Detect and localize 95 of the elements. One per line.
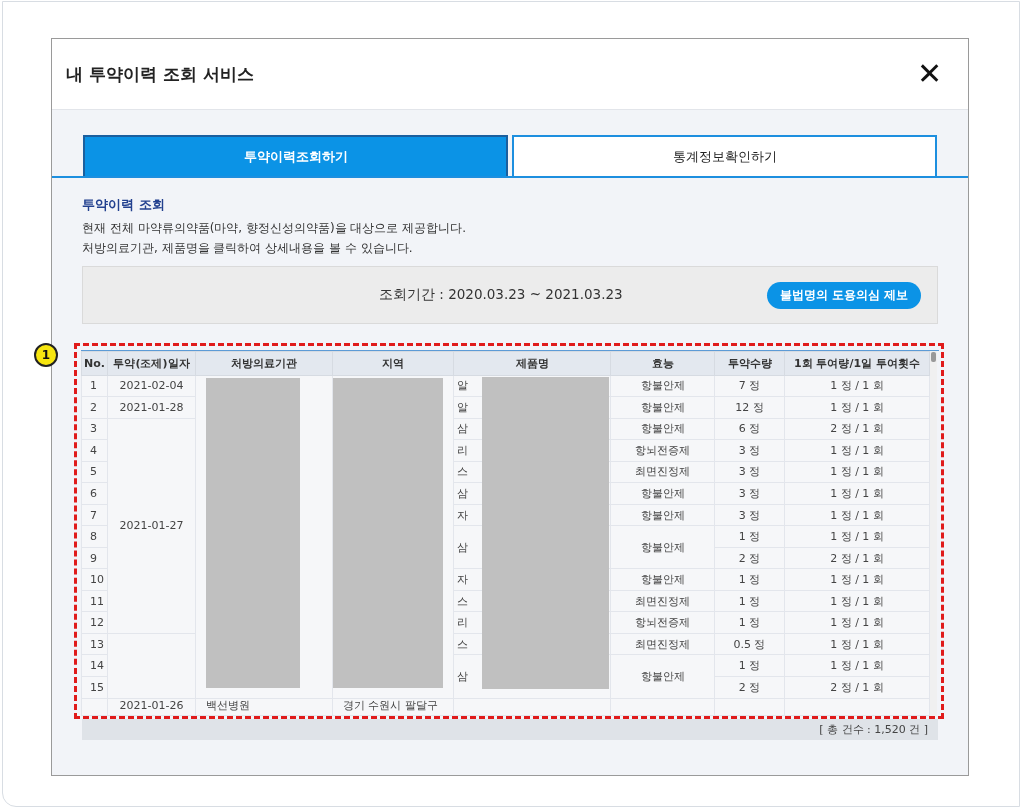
quantity-text: 0.5 정 bbox=[733, 637, 766, 651]
product-link[interactable]: 삼 bbox=[457, 540, 468, 554]
quantity-text: 3 정 bbox=[738, 487, 761, 500]
dose-text: 1 정 / 1 회 bbox=[830, 379, 884, 393]
efficacy-text: 최면진정제 bbox=[635, 637, 690, 651]
quantity-text: 1 정 bbox=[738, 616, 761, 630]
column-header: 투약수량 bbox=[714, 351, 785, 376]
quantity-text: 6 정 bbox=[738, 422, 761, 436]
section-heading: 투약이력 조회 bbox=[82, 196, 166, 214]
product-link[interactable]: 리 bbox=[457, 616, 468, 630]
row-number: 11 bbox=[81, 590, 108, 612]
dose-text: 1 정 / 1 회 bbox=[830, 573, 884, 587]
row-number: 8 bbox=[81, 525, 108, 548]
close-button[interactable]: ✕ bbox=[917, 59, 942, 89]
efficacy-text: 항불안제 bbox=[640, 573, 685, 587]
dose-text: 1 정 / 1 회 bbox=[830, 594, 884, 608]
dialog-title: 내 투약이력 조회 서비스 bbox=[66, 62, 254, 86]
row-number: 4 bbox=[81, 439, 108, 462]
efficacy-text: 항불안제 bbox=[640, 670, 685, 683]
product-link[interactable]: 리 bbox=[457, 443, 468, 457]
row-number: 6 bbox=[81, 482, 108, 505]
dose-text: 1 정 / 1 회 bbox=[830, 400, 884, 414]
column-header: 투약(조제)일자 bbox=[107, 351, 196, 376]
date-text: 2021-01-26 bbox=[119, 698, 184, 712]
efficacy-text: 항불안제 bbox=[640, 487, 685, 500]
period-text: 조회기간 : 2020.03.23 ~ 2021.03.23 bbox=[379, 286, 623, 304]
quantity-text: 12 정 bbox=[735, 400, 764, 414]
region-text: 경기 수원시 팔달구 bbox=[343, 698, 438, 712]
row-number: 7 bbox=[81, 504, 108, 526]
annotation-badge: 1 bbox=[34, 343, 58, 367]
date-text: 2021-02-04 bbox=[119, 379, 184, 393]
row-number: 13 bbox=[81, 633, 108, 655]
quantity-text: 1 정 bbox=[738, 594, 761, 608]
quantity-text: 2 정 bbox=[738, 680, 761, 694]
efficacy-text: 항불안제 bbox=[640, 540, 685, 554]
row-number: 1 bbox=[81, 375, 108, 397]
product-link[interactable]: 스 bbox=[457, 465, 468, 479]
dose-text: 1 정 / 1 회 bbox=[830, 530, 884, 544]
product-link[interactable]: 스 bbox=[457, 594, 468, 608]
quantity-text: 3 정 bbox=[738, 508, 761, 522]
product-link[interactable]: 알 bbox=[457, 400, 468, 414]
date-text: 2021-01-27 bbox=[119, 519, 184, 533]
dose-text: 2 정 / 1 회 bbox=[830, 680, 884, 694]
quantity-text: 7 정 bbox=[738, 379, 761, 393]
column-header: 1회 투여량/1일 투여횟수 bbox=[784, 351, 930, 376]
efficacy-text: 항불안제 bbox=[640, 508, 685, 522]
product-link[interactable]: 삼 bbox=[457, 422, 468, 436]
row-number: 9 bbox=[81, 547, 108, 569]
efficacy-text: 최면진정제 bbox=[635, 465, 690, 479]
dose-text: 1 정 / 1 회 bbox=[830, 616, 884, 630]
row-number: 10 bbox=[81, 568, 108, 591]
dose-text: 1 정 / 1 회 bbox=[830, 508, 884, 522]
scrollbar[interactable] bbox=[930, 351, 937, 716]
quantity-text: 1 정 bbox=[738, 573, 761, 587]
quantity-text: 3 정 bbox=[738, 443, 761, 457]
row-number: 12 bbox=[81, 611, 108, 634]
product-link[interactable]: 스 bbox=[457, 637, 468, 651]
row-number: 3 bbox=[81, 418, 108, 440]
efficacy-text: 항불안제 bbox=[640, 379, 685, 393]
column-header: No. bbox=[81, 351, 108, 376]
efficacy-text: 최면진정제 bbox=[635, 594, 690, 608]
product-link[interactable]: 자 bbox=[457, 508, 468, 522]
column-header: 지역 bbox=[332, 351, 454, 376]
quantity-text: 3 정 bbox=[738, 465, 761, 479]
product-link[interactable]: 자 bbox=[457, 573, 468, 587]
product-link[interactable]: 삼 bbox=[457, 670, 468, 683]
row-number: 5 bbox=[81, 461, 108, 483]
product-link[interactable]: 알 bbox=[457, 379, 468, 393]
quantity-text: 2 정 bbox=[738, 551, 761, 565]
column-header: 제품명 bbox=[453, 351, 611, 376]
dose-text: 1 정 / 1 회 bbox=[830, 637, 884, 651]
efficacy-text: 항뇌전증제 bbox=[635, 443, 690, 457]
description-text: 현재 전체 마약류의약품(마약, 향정신성의약품)을 대상으로 제공합니다. bbox=[82, 220, 468, 237]
product-link[interactable]: 삼 bbox=[457, 487, 468, 500]
efficacy-text: 항뇌전증제 bbox=[635, 616, 690, 630]
dose-text: 1 정 / 1 회 bbox=[830, 487, 884, 500]
efficacy-text: 항불안제 bbox=[640, 400, 685, 414]
quantity-text: 1 정 bbox=[738, 530, 761, 544]
dose-text: 1 정 / 1 회 bbox=[830, 465, 884, 479]
efficacy-text: 항불안제 bbox=[640, 422, 685, 436]
column-header: 효능 bbox=[610, 351, 715, 376]
dose-text: 1 정 / 1 회 bbox=[830, 659, 884, 673]
dose-text: 1 정 / 1 회 bbox=[830, 443, 884, 457]
row-number: 2 bbox=[81, 396, 108, 419]
column-header: 처방의료기관 bbox=[195, 351, 333, 376]
description-text: 처방의료기관, 제품명을 클릭하여 상세내용을 볼 수 있습니다. bbox=[82, 240, 414, 257]
quantity-text: 1 정 bbox=[738, 659, 761, 673]
tab[interactable]: 통계정보확인하기 bbox=[512, 135, 937, 176]
row-number: 15 bbox=[81, 676, 108, 699]
total-count: [ 총 건수 : 1,520 건 ] bbox=[819, 722, 928, 737]
row-number: 14 bbox=[81, 655, 108, 677]
scroll-thumb[interactable] bbox=[931, 352, 936, 362]
dose-text: 2 정 / 1 회 bbox=[830, 422, 884, 436]
dose-text: 2 정 / 1 회 bbox=[830, 551, 884, 565]
date-text: 2021-01-28 bbox=[119, 400, 184, 414]
